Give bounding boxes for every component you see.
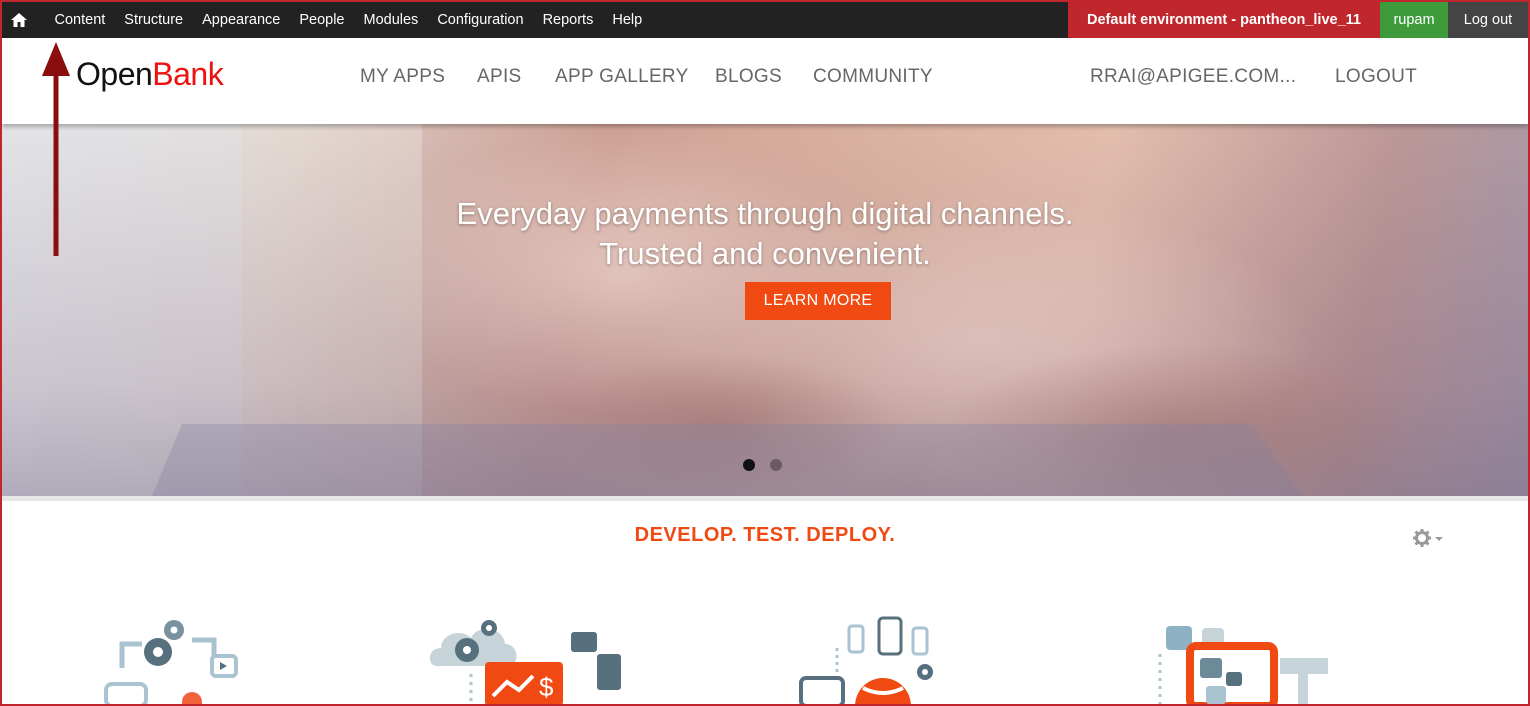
- admin-logout-button[interactable]: Log out: [1448, 2, 1528, 38]
- hero-carousel: Everyday payments through digital channe…: [2, 124, 1528, 496]
- environment-indicator[interactable]: Default environment - pantheon_live_11: [1068, 2, 1380, 38]
- learn-more-button[interactable]: LEARN MORE: [745, 282, 891, 320]
- logo-open-text: Open: [76, 56, 153, 92]
- admin-menu-reports[interactable]: Reports: [533, 2, 603, 38]
- nav-user-email[interactable]: RRAI@APIGEE.COM...: [1090, 66, 1296, 88]
- gears-workflow-icon: [104, 620, 238, 704]
- admin-menu-configuration[interactable]: Configuration: [428, 2, 533, 38]
- hero-headline: Everyday payments through digital channe…: [456, 196, 1074, 231]
- nav-my-apps[interactable]: MY APPS: [360, 66, 445, 88]
- nav-app-gallery[interactable]: APP GALLERY: [555, 66, 689, 88]
- home-icon[interactable]: [10, 11, 28, 29]
- browser-viewport: Content Structure Appearance People Modu…: [0, 0, 1530, 706]
- admin-menu: Content Structure Appearance People Modu…: [45, 2, 652, 38]
- admin-menu-appearance[interactable]: Appearance: [193, 2, 290, 38]
- devices-api-icon: [799, 616, 933, 704]
- carousel-dot-1[interactable]: [743, 459, 755, 471]
- tablet-blocks-icon: [1158, 626, 1328, 704]
- nav-community[interactable]: COMMUNITY: [813, 66, 933, 88]
- hero-subheadline: Trusted and convenient.: [599, 236, 931, 271]
- nav-blogs[interactable]: BLOGS: [715, 66, 782, 88]
- cloud-analytics-icon: $: [429, 620, 621, 704]
- admin-menu-content[interactable]: Content: [45, 2, 115, 38]
- annotation-arrow-icon: [42, 42, 70, 256]
- site-header: OpenBank MY APPS APIS APP GALLERY BLOGS …: [2, 38, 1528, 124]
- admin-menu-help[interactable]: Help: [603, 2, 652, 38]
- svg-text:$: $: [539, 672, 554, 702]
- admin-toolbar: Content Structure Appearance People Modu…: [2, 2, 1528, 38]
- admin-username[interactable]: rupam: [1380, 2, 1448, 38]
- admin-menu-modules[interactable]: Modules: [354, 2, 428, 38]
- admin-menu-structure[interactable]: Structure: [115, 2, 193, 38]
- admin-menu-people[interactable]: People: [290, 2, 354, 38]
- nav-logout[interactable]: LOGOUT: [1335, 66, 1417, 88]
- logo-bank-text: Bank: [152, 56, 224, 92]
- site-logo[interactable]: OpenBank: [76, 56, 224, 93]
- carousel-dot-2[interactable]: [770, 459, 782, 471]
- hero-divider: [2, 496, 1528, 501]
- settings-gear-icon[interactable]: [1412, 528, 1448, 548]
- nav-apis[interactable]: APIS: [477, 66, 522, 88]
- tagline: DEVELOP. TEST. DEPLOY.: [634, 524, 896, 546]
